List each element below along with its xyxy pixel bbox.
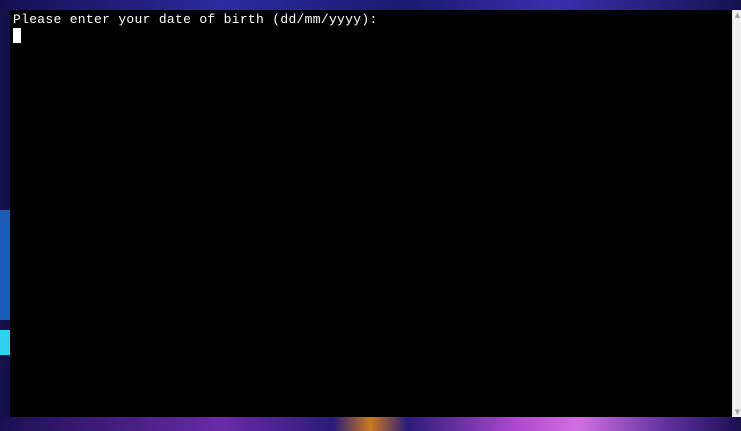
background-neon-strip: [0, 417, 741, 431]
vertical-scrollbar[interactable]: ▲ ▼: [732, 10, 741, 417]
scroll-up-arrow-icon[interactable]: ▲: [734, 10, 741, 20]
scroll-down-arrow-icon[interactable]: ▼: [734, 407, 741, 417]
text-cursor[interactable]: [13, 28, 21, 43]
background-neon-strip: [0, 0, 741, 10]
terminal-prompt-text: Please enter your date of birth (dd/mm/y…: [13, 12, 378, 27]
terminal-window[interactable]: Please enter your date of birth (dd/mm/y…: [10, 10, 732, 417]
